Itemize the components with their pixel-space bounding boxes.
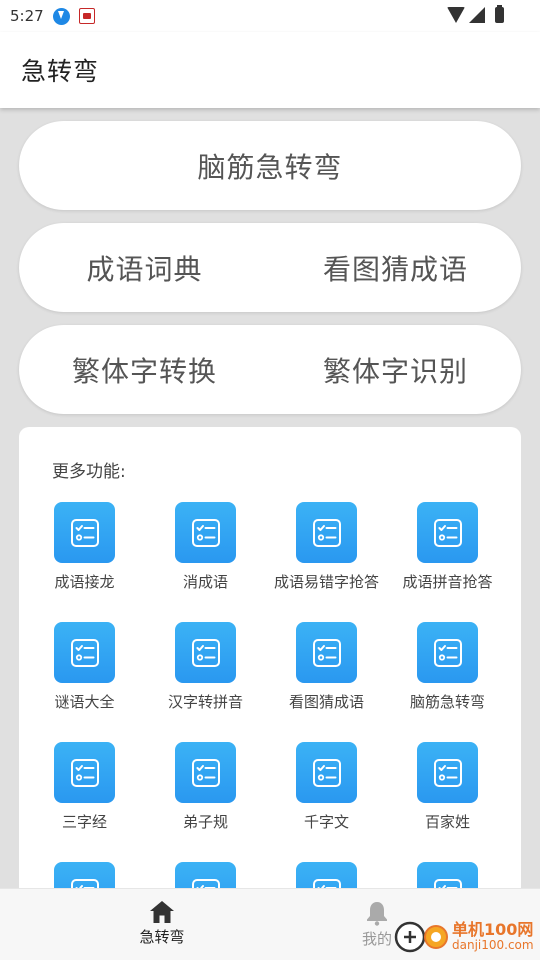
more-functions-panel: 更多功能: 成语接龙 消成语 成语易错字抢答 成语拼音抢答谜语大全 汉字转拼音 看图猜成语…	[19, 427, 521, 897]
bell-icon	[367, 902, 387, 926]
function-item[interactable]: 脑筋急转弯	[387, 622, 508, 732]
app-notification-icon	[78, 8, 95, 24]
checklist-icon	[417, 502, 478, 563]
function-item-label: 三字经	[61, 813, 107, 831]
function-item[interactable]: 汉字转拼音	[145, 622, 266, 732]
function-item-label: 成语接龙	[54, 573, 115, 591]
checklist-icon	[175, 502, 236, 563]
battery-icon	[495, 5, 504, 23]
wifi-icon	[447, 7, 465, 23]
function-item-label: 脑筋急转弯	[409, 693, 485, 711]
watermark-cn: 单机100网	[452, 920, 534, 940]
page-title: 急转弯	[21, 57, 100, 86]
function-item[interactable]: 弟子规	[145, 742, 266, 852]
home-icon	[150, 901, 174, 923]
nav-mine-label: 我的	[361, 930, 392, 948]
checklist-icon	[54, 742, 115, 803]
watermark-en: danji100.com	[452, 937, 534, 952]
function-item-label: 看图猜成语	[288, 693, 364, 711]
checklist-icon	[296, 742, 357, 803]
function-item[interactable]: 三字经	[24, 742, 145, 852]
idiom-dictionary-button[interactable]: 成语词典	[19, 248, 270, 288]
nav-home-label: 急转弯	[139, 928, 185, 946]
function-item-label: 百家姓	[424, 813, 470, 831]
button-row-3: 繁体字转换 繁体字识别	[19, 325, 521, 414]
function-item-label: 成语易错字抢答	[273, 573, 379, 591]
function-item[interactable]: 消成语	[145, 502, 266, 612]
checklist-icon	[296, 622, 357, 683]
function-item-label: 成语拼音抢答	[402, 573, 493, 591]
function-item-label: 谜语大全	[54, 693, 115, 711]
checklist-icon	[175, 622, 236, 683]
function-item[interactable]: 谜语大全	[24, 622, 145, 732]
function-item[interactable]: 成语接龙	[24, 502, 145, 612]
checklist-icon	[54, 622, 115, 683]
function-item[interactable]: 百家姓	[387, 742, 508, 852]
traditional-recognize-button[interactable]: 繁体字识别	[270, 350, 521, 390]
watermark-logo-icon	[394, 921, 448, 952]
function-item-label: 弟子规	[182, 813, 228, 831]
function-item[interactable]: 千字文	[266, 742, 387, 852]
checklist-icon	[417, 622, 478, 683]
function-item[interactable]: 看图猜成语	[266, 622, 387, 732]
checklist-icon	[417, 742, 478, 803]
brain-teaser-label: 脑筋急转弯	[197, 150, 343, 184]
function-item-label: 消成语	[182, 573, 228, 591]
brain-teaser-button[interactable]: 脑筋急转弯	[19, 121, 521, 210]
guess-idiom-picture-button[interactable]: 看图猜成语	[270, 248, 521, 288]
watermark: 单机100网 danji100.com	[394, 913, 540, 960]
button-row-2: 成语词典 看图猜成语	[19, 223, 521, 312]
function-item-label: 千字文	[303, 813, 349, 831]
function-item[interactable]: 成语拼音抢答	[387, 502, 508, 612]
function-item-label: 汉字转拼音	[167, 693, 243, 711]
download-icon	[52, 7, 70, 25]
app-bar: 急转弯	[0, 32, 540, 108]
cellular-icon	[469, 7, 485, 23]
status-right-icons	[447, 5, 504, 23]
watermark-text: 单机100网 danji100.com	[452, 921, 534, 952]
function-item[interactable]: 成语易错字抢答	[266, 502, 387, 612]
checklist-icon	[54, 502, 115, 563]
traditional-convert-button[interactable]: 繁体字转换	[19, 350, 270, 390]
status-bar: 5:27	[0, 0, 540, 32]
checklist-icon	[296, 502, 357, 563]
more-functions-title: 更多功能:	[52, 462, 126, 482]
status-time: 5:27	[10, 7, 44, 25]
checklist-icon	[175, 742, 236, 803]
